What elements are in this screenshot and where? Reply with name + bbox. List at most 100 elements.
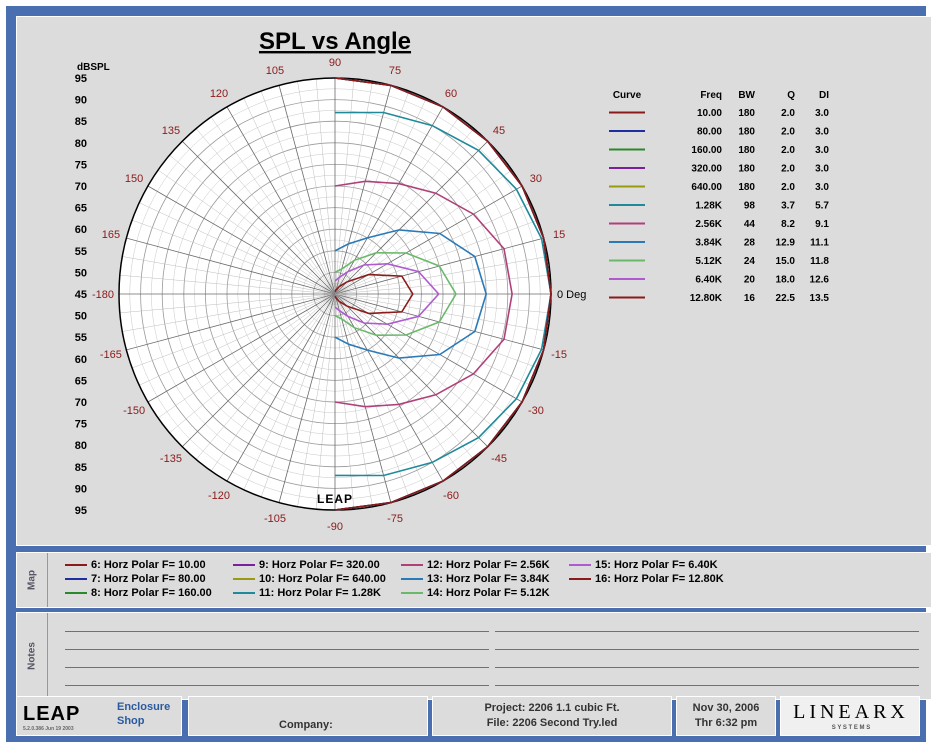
angle-tick-label: 135	[162, 125, 180, 137]
legend-value: 180	[738, 182, 755, 193]
map-swatch	[65, 578, 87, 580]
legend-value: 6.40K	[695, 275, 722, 286]
legend-value: 3.0	[815, 127, 829, 138]
legend-value: 2.56K	[695, 219, 722, 230]
map-item[interactable]: 16: Horz Polar F= 12.80K	[569, 573, 724, 585]
chart-title: SPL vs Angle	[259, 28, 411, 55]
map-swatch	[401, 592, 423, 594]
map-item[interactable]: 12: Horz Polar F= 2.56K	[401, 559, 550, 571]
polar-chart: SPL vs Angle dBSPL 95 90 85 80 75 70 65 60 55 50 4…	[75, 28, 830, 533]
note-line[interactable]	[495, 649, 919, 650]
radial-tick-label: 60	[75, 354, 87, 366]
brand-box: LINEARX S Y S T E M S	[780, 696, 920, 736]
map-swatch	[569, 578, 591, 580]
radial-tick-label: 95	[75, 73, 87, 85]
date-text: Nov 30, 2006	[692, 702, 760, 714]
legend-header: Freq	[700, 90, 722, 101]
angle-tick-label: -165	[100, 349, 122, 361]
notes-side-label: Notes	[17, 613, 48, 699]
map-item[interactable]: 13: Horz Polar F= 3.84K	[401, 573, 550, 585]
map-item[interactable]: 8: Horz Polar F= 160.00	[65, 587, 212, 599]
file-name: File: 2206 Second Try.led	[486, 717, 618, 729]
time-text: Thr 6:32 pm	[694, 717, 758, 729]
leap-logo: LEAP	[23, 703, 81, 725]
radial-tick-label: 50	[75, 311, 87, 323]
map-item-label: 9: Horz Polar F= 320.00	[259, 559, 380, 571]
map-swatch	[65, 564, 87, 566]
linearx-logo: LINEARX	[793, 701, 909, 723]
legend-value: 2.0	[781, 164, 795, 175]
legend-header: BW	[738, 90, 755, 101]
legend-value: 180	[738, 108, 755, 119]
note-line[interactable]	[65, 649, 489, 650]
legend-header: Q	[787, 90, 795, 101]
legend-header: Curve	[613, 90, 642, 101]
radial-tick-label: 60	[75, 224, 87, 236]
note-line[interactable]	[65, 685, 489, 686]
map-swatch	[233, 592, 255, 594]
map-item-label: 13: Horz Polar F= 3.84K	[427, 573, 550, 585]
radial-tick-label: 90	[75, 95, 87, 107]
map-item[interactable]: 6: Horz Polar F= 10.00	[65, 559, 206, 571]
note-line[interactable]	[65, 667, 489, 668]
legend-value: 22.5	[776, 293, 796, 304]
map-item-label: 14: Horz Polar F= 5.12K	[427, 587, 550, 599]
company-label: Company:	[279, 719, 333, 731]
map-item[interactable]: 7: Horz Polar F= 80.00	[65, 573, 206, 585]
radial-tick-label: 55	[75, 246, 87, 258]
legend-value: 8.2	[781, 219, 795, 230]
legend-value: 5.7	[815, 201, 829, 212]
note-line[interactable]	[65, 631, 489, 632]
angle-tick-label: -60	[443, 490, 459, 502]
map-item[interactable]: 15: Horz Polar F= 6.40K	[569, 559, 718, 571]
map-item[interactable]: 9: Horz Polar F= 320.00	[233, 559, 380, 571]
angle-tick-label: 105	[266, 65, 284, 77]
map-swatch	[65, 592, 87, 594]
radial-tick-label: 85	[75, 116, 87, 128]
legend-header: DI	[819, 90, 829, 101]
map-item[interactable]: 14: Horz Polar F= 5.12K	[401, 587, 550, 599]
map-item-label: 15: Horz Polar F= 6.40K	[595, 559, 718, 571]
legend-value: 16	[744, 293, 756, 304]
map-item[interactable]: 11: Horz Polar F= 1.28K	[233, 587, 381, 599]
product-name-line2: Shop	[117, 715, 145, 727]
map-item-label: 10: Horz Polar F= 640.00	[259, 573, 386, 585]
angle-tick-label: -75	[387, 513, 403, 525]
radial-tick-label: 95	[75, 505, 87, 517]
legend-value: 180	[738, 145, 755, 156]
note-line[interactable]	[495, 667, 919, 668]
angle-tick-label: 75	[389, 65, 401, 77]
map-item[interactable]: 10: Horz Polar F= 640.00	[233, 573, 386, 585]
radial-tick-label: 55	[75, 332, 87, 344]
legend-value: 3.0	[815, 145, 829, 156]
leap-version: 5.2.0.386 Jun 19 2003	[23, 726, 74, 732]
angle-tick-label: -120	[208, 490, 230, 502]
angle-tick-label: 165	[102, 229, 120, 241]
angle-tick-label: 150	[125, 173, 143, 185]
legend-value: 18.0	[776, 275, 796, 286]
angle-tick-label: -30	[528, 405, 544, 417]
angle-tick-label: -150	[123, 405, 145, 417]
angle-tick-label: -135	[160, 453, 182, 465]
legend-value: 98	[744, 201, 756, 212]
legend-value: 3.7	[781, 201, 795, 212]
map-item-label: 6: Horz Polar F= 10.00	[91, 559, 206, 571]
angle-tick-label: 15	[553, 229, 565, 241]
legend-value: 15.0	[776, 256, 796, 267]
angle-tick-label: -45	[491, 453, 507, 465]
legend-value: 12.6	[810, 275, 830, 286]
legend-value: 180	[738, 164, 755, 175]
map-item-label: 12: Horz Polar F= 2.56K	[427, 559, 550, 571]
radial-tick-label: 50	[75, 267, 87, 279]
legend-value: 160.00	[691, 145, 722, 156]
radial-tick-label: 70	[75, 181, 87, 193]
note-line[interactable]	[495, 631, 919, 632]
legend-value: 11.1	[810, 238, 829, 249]
radial-tick-label: 80	[75, 138, 87, 150]
angle-tick-label: 90	[329, 57, 341, 69]
angle-tick-label: 60	[445, 88, 457, 100]
legend-value: 1.28K	[695, 201, 722, 212]
legend-value: 2.0	[781, 145, 795, 156]
note-line[interactable]	[495, 685, 919, 686]
legend-value: 44	[744, 219, 756, 230]
